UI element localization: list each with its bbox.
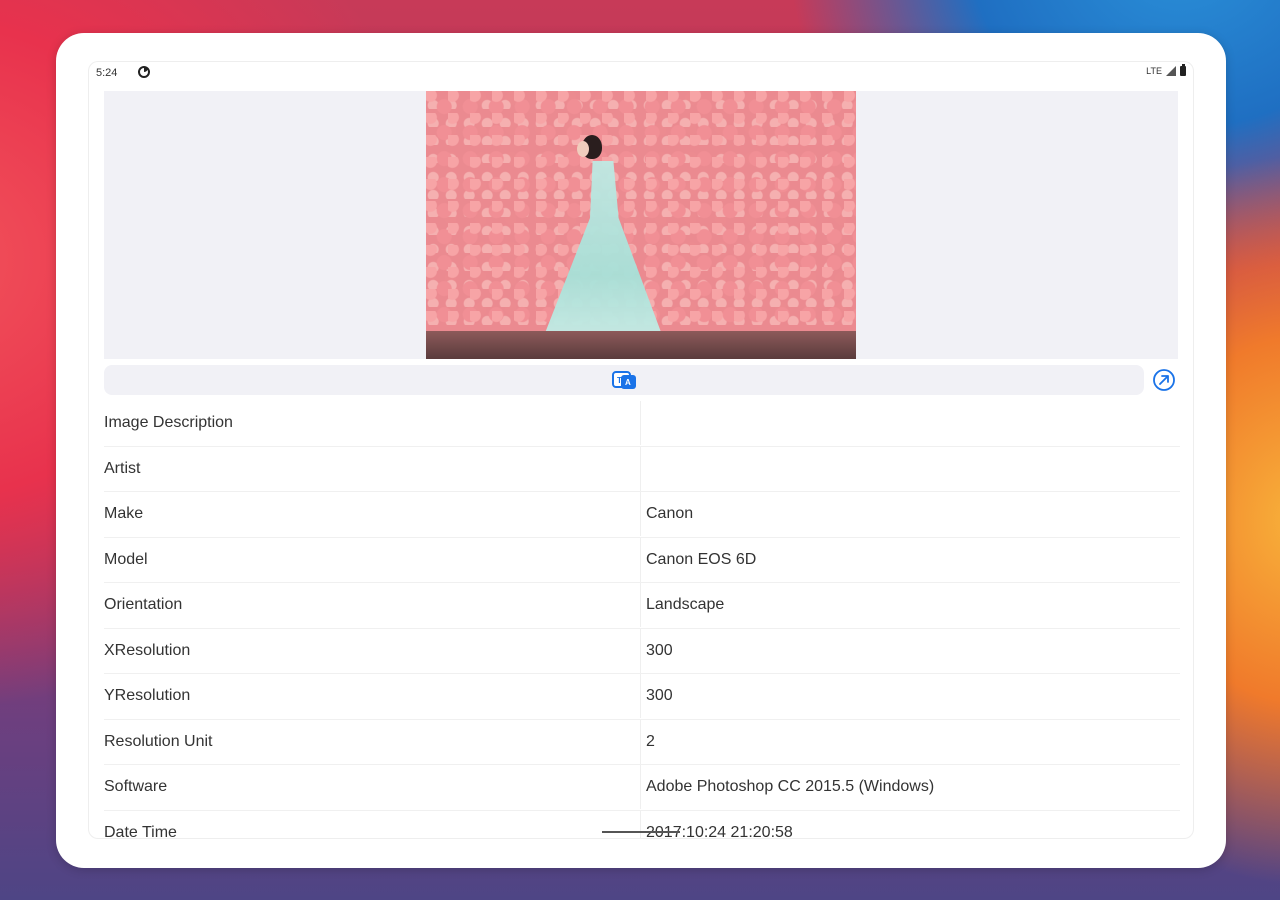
- exif-key: Resolution Unit: [104, 719, 641, 764]
- exif-value: Adobe Photoshop CC 2015.5 (Windows): [646, 778, 935, 795]
- exif-value: 2017:10:24 21:20:58: [646, 823, 793, 840]
- home-indicator[interactable]: [602, 831, 680, 833]
- exif-row[interactable]: Make Canon: [104, 492, 1180, 538]
- translate-icon[interactable]: T A: [612, 369, 638, 391]
- exif-value: Canon EOS 6D: [646, 550, 757, 568]
- share-icon[interactable]: [1152, 368, 1176, 392]
- image-preview-area[interactable]: [104, 91, 1178, 359]
- exif-key: YResolution: [104, 674, 641, 718]
- svg-text:A: A: [625, 378, 631, 387]
- exif-value: 300: [646, 687, 673, 704]
- status-bar: 5:24 LTE: [88, 61, 1194, 85]
- tablet-frame: 5:24 LTE T A Image Description Artist Ma…: [56, 33, 1226, 868]
- status-time: 5:24: [96, 67, 118, 79]
- exif-value: Landscape: [646, 596, 725, 613]
- exif-row[interactable]: Resolution Unit 2: [104, 719, 1180, 765]
- exif-value: Canon: [646, 505, 694, 522]
- app-screen: 5:24 LTE T A Image Description Artist Ma…: [88, 61, 1194, 839]
- action-toolbar: T A: [104, 365, 1144, 395]
- exif-row[interactable]: Software Adobe Photoshop CC 2015.5 (Wind…: [104, 765, 1180, 811]
- exif-row[interactable]: Orientation Landscape: [104, 583, 1180, 629]
- exif-value: 2: [646, 732, 655, 750]
- exif-key: Make: [104, 492, 641, 536]
- exif-row[interactable]: Image Description: [104, 401, 1180, 447]
- status-indicators: LTE: [1146, 64, 1186, 76]
- preview-photo[interactable]: [426, 91, 856, 359]
- exif-row[interactable]: Date Time 2017:10:24 21:20:58: [104, 810, 1180, 840]
- exif-key: Image Description: [104, 401, 641, 445]
- svg-text:T: T: [617, 376, 622, 385]
- exif-key: Model: [104, 537, 641, 582]
- exif-row[interactable]: Model Canon EOS 6D: [104, 537, 1180, 583]
- signal-icon: [1166, 66, 1176, 76]
- exif-key: XResolution: [104, 628, 641, 673]
- photo-figure-face: [577, 141, 589, 157]
- battery-icon: [1180, 64, 1186, 76]
- exif-key: Software: [104, 765, 641, 809]
- exif-key: Date Time: [104, 810, 641, 839]
- exif-row[interactable]: Artist: [104, 446, 1180, 492]
- exif-row[interactable]: XResolution 300: [104, 628, 1180, 674]
- exif-key: Artist: [104, 446, 641, 491]
- photo-floor: [426, 331, 856, 359]
- network-type: LTE: [1146, 66, 1162, 76]
- photo-figure-dress: [538, 161, 668, 351]
- exif-table: Image Description Artist Make Canon Mode…: [104, 401, 1180, 839]
- exif-row[interactable]: YResolution 300: [104, 674, 1180, 720]
- exif-value: 300: [646, 641, 673, 659]
- exif-key: Orientation: [104, 583, 641, 627]
- app-status-icon: [138, 66, 150, 78]
